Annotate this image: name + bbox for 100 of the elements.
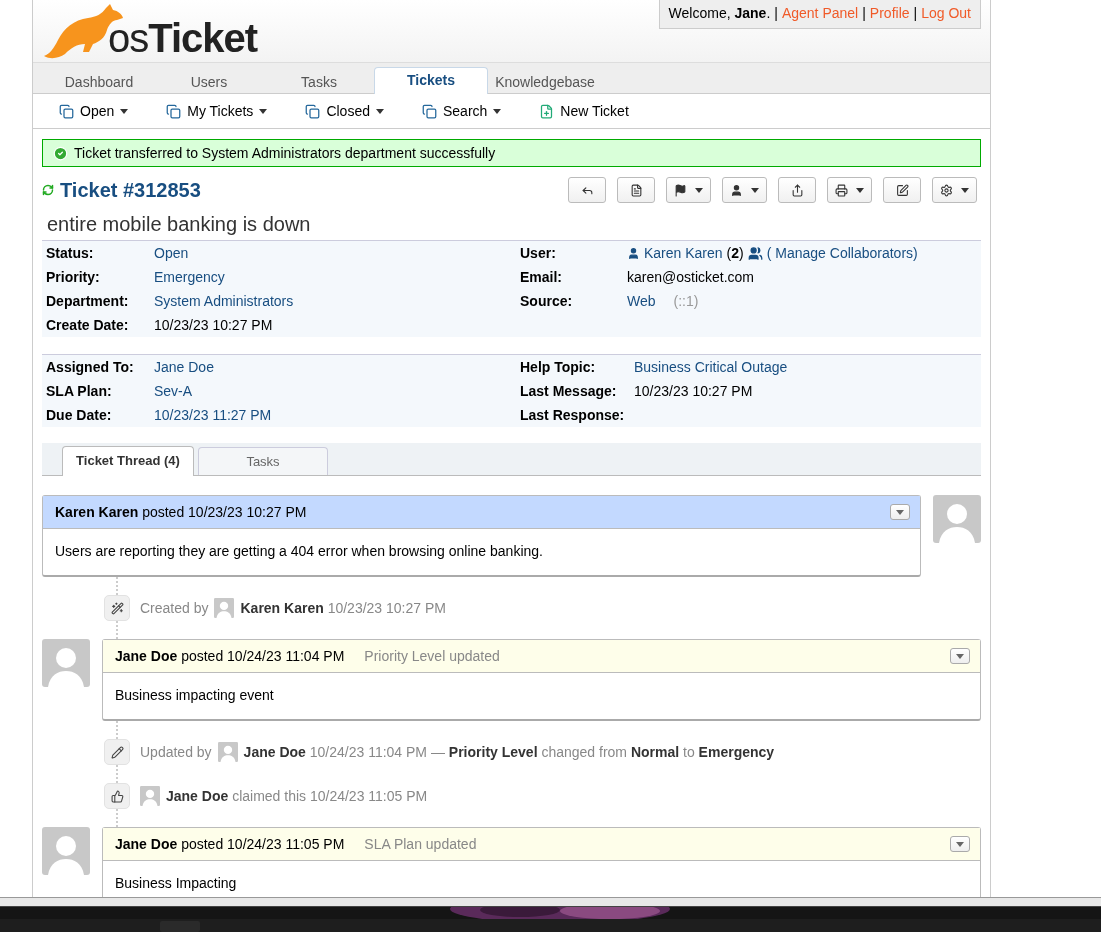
field-value: 10/23/23 10:27 PM: [634, 383, 753, 399]
action-button[interactable]: [617, 177, 655, 203]
entry-menu-button[interactable]: [890, 504, 910, 520]
avatar-icon: [217, 742, 238, 762]
copy-icon: [421, 103, 437, 119]
refresh-icon[interactable]: [42, 184, 54, 196]
avatar-icon: [140, 786, 160, 806]
caret-icon: [956, 841, 964, 847]
field-label: Email:: [520, 269, 563, 285]
flag-icon: [674, 183, 687, 197]
subnav-item[interactable]: Open: [59, 103, 129, 119]
entry-body: Business Impacting: [115, 875, 237, 891]
entry-menu-button[interactable]: [950, 648, 970, 664]
check-icon: [53, 145, 68, 161]
action-button[interactable]: [827, 177, 872, 203]
share-icon: [790, 183, 804, 197]
field-value[interactable]: Web: [627, 293, 656, 309]
copy-icon: [166, 103, 182, 119]
field-value[interactable]: Emergency: [154, 269, 225, 285]
event-label: Updated by: [140, 744, 212, 760]
collaborator-count: (2): [726, 245, 744, 261]
avatar-icon: [933, 495, 981, 543]
manage-collaborators-link[interactable]: ( Manage Collaborators): [766, 245, 918, 261]
field-label: Last Message:: [520, 383, 618, 399]
action-button[interactable]: [932, 177, 977, 203]
nav-tab[interactable]: Dashboard: [44, 70, 154, 94]
entry-body: Business impacting event: [115, 687, 274, 703]
edit-icon: [895, 183, 909, 197]
field-label: Last Response:: [520, 407, 626, 423]
caret-icon: [493, 108, 502, 114]
entry-header: Karen Karen posted 10/23/23 10:27 PM: [55, 504, 307, 520]
caret-icon: [751, 187, 759, 193]
field-value[interactable]: System Administrators: [154, 293, 294, 309]
welcome-text: Welcome, Jane.: [668, 5, 771, 21]
nav-tab[interactable]: Users: [154, 70, 264, 94]
copy-icon: [305, 103, 321, 119]
entry-header: Jane Doe posted 10/24/23 11:04 PM: [115, 648, 345, 664]
entry-menu-button[interactable]: [950, 836, 970, 852]
alert-text: Ticket transferred to System Administrators department successfully: [74, 145, 496, 161]
field-label: Source:: [520, 293, 574, 309]
entry-note: SLA Plan updated: [364, 836, 478, 852]
caret-icon: [120, 108, 129, 114]
event-text: Karen Karen 10/23/23 10:27 PM: [240, 600, 446, 616]
field-value[interactable]: Open: [154, 245, 189, 261]
separator: |: [913, 5, 918, 21]
field-value: 10/23/23 10:27 PM: [154, 317, 273, 333]
caret-icon: [956, 653, 964, 659]
user-icon: [627, 246, 640, 260]
thread-tab[interactable]: Ticket Thread (4): [62, 446, 194, 476]
subnav-item[interactable]: New Ticket: [539, 103, 629, 119]
field-label: User:: [520, 245, 557, 261]
caret-icon: [695, 187, 703, 193]
field-value[interactable]: Karen Karen: [644, 245, 723, 261]
field-value[interactable]: Jane Doe: [154, 359, 214, 375]
ticket-subject: entire mobile banking is down: [47, 213, 312, 236]
printer-icon: [835, 183, 848, 197]
subnav-item[interactable]: My Tickets: [166, 103, 268, 119]
nav-tab[interactable]: Knowledgebase: [490, 70, 600, 94]
action-button[interactable]: [883, 177, 921, 203]
thread-tab[interactable]: Tasks: [198, 447, 328, 475]
caret-icon: [856, 187, 864, 193]
field-label: Help Topic:: [520, 359, 597, 375]
thumbs-up-icon: [104, 783, 130, 809]
avatar-icon: [42, 827, 90, 875]
ticket-title: Ticket #312853: [60, 178, 201, 202]
wand-icon: [104, 595, 130, 621]
new-file-icon: [539, 103, 555, 119]
nav-tab[interactable]: Tasks: [264, 70, 374, 94]
avatar-icon: [214, 598, 235, 618]
event-label: Created by: [140, 600, 209, 616]
separator: |: [862, 5, 866, 21]
subnav-item[interactable]: Search: [421, 103, 502, 119]
field-note: (::1): [673, 293, 699, 309]
subnav-item[interactable]: Closed: [305, 103, 384, 119]
nav-tab[interactable]: Tickets: [374, 67, 488, 94]
pencil-icon: [104, 739, 130, 765]
field-label: Create Date:: [46, 317, 130, 333]
action-button[interactable]: [722, 177, 767, 203]
separator: |: [774, 5, 778, 21]
caret-icon: [375, 108, 384, 114]
field-value[interactable]: Business Critical Outage: [634, 359, 788, 375]
field-value[interactable]: 10/23/23 11:27 PM: [154, 407, 272, 423]
caret-icon: [259, 108, 268, 114]
avatar-icon: [42, 639, 90, 687]
action-button[interactable]: [666, 177, 711, 203]
event-text: Jane Doe claimed this 10/24/23 11:05 PM: [166, 788, 428, 804]
field-value: karen@osticket.com: [627, 269, 755, 285]
entry-note: Priority Level updated: [364, 648, 501, 664]
caret-icon: [961, 187, 969, 193]
entry-header: Jane Doe posted 10/24/23 11:05 PM: [115, 836, 345, 852]
entry-body: Users are reporting they are getting a 404 error when browsing online banking.: [55, 543, 543, 559]
field-value[interactable]: Sev-A: [154, 383, 193, 399]
field-label: SLA Plan:: [46, 383, 113, 399]
user-icon: [730, 183, 743, 197]
document-icon: [629, 183, 643, 197]
copy-icon: [59, 103, 74, 119]
field-label: Assigned To:: [46, 359, 135, 375]
field-label: Due Date:: [46, 407, 113, 423]
field-label: Department:: [46, 293, 130, 309]
field-label: Priority:: [46, 269, 101, 285]
